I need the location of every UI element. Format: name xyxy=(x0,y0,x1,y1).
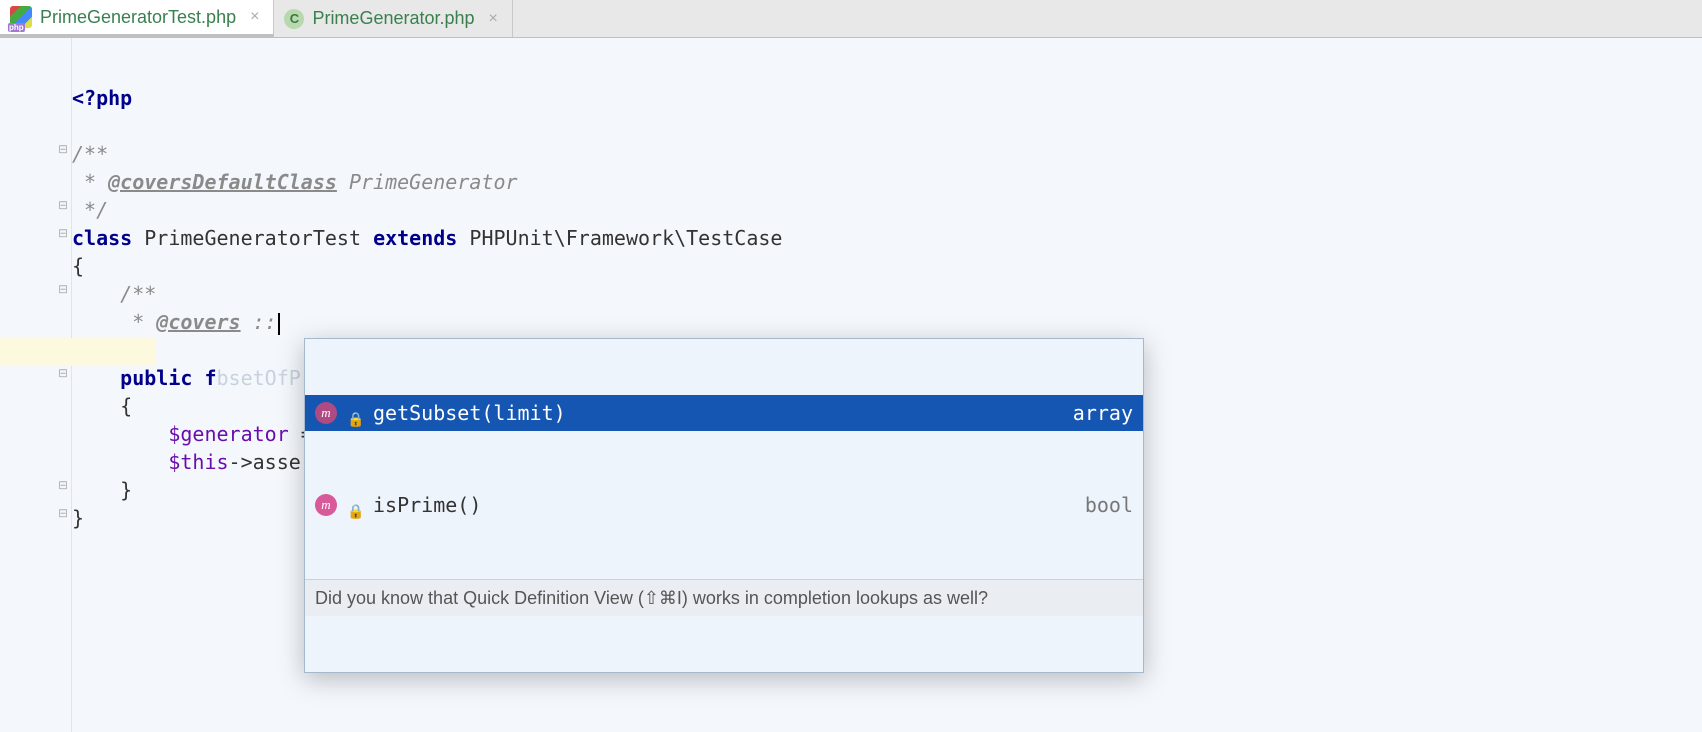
keyword-public: public xyxy=(120,366,192,390)
text-caret xyxy=(278,313,280,335)
autocomplete-item[interactable]: m 🔒 getSubset(limit) array xyxy=(305,395,1143,431)
fold-end-icon[interactable]: ⊟ xyxy=(56,506,70,520)
gutter[interactable]: ⊟ ⊟ ⊟ ⊟ ⊟ ⊟ ⊟ ⊟ xyxy=(0,38,72,732)
completion-signature: isPrime() xyxy=(373,491,1075,519)
completion-signature: getSubset(limit) xyxy=(373,399,1063,427)
fold-toggle-icon[interactable]: ⊟ xyxy=(56,366,70,380)
brace: } xyxy=(72,506,84,530)
code-area[interactable]: <?php /** * @coversDefaultClass PrimeGen… xyxy=(72,38,1702,732)
method-icon: m xyxy=(315,494,337,516)
fold-toggle-icon[interactable]: ⊟ xyxy=(56,282,70,296)
method-icon: m xyxy=(315,402,337,424)
docblock-line: * xyxy=(72,170,108,194)
autocomplete-item[interactable]: m 🔒 isPrime() bool xyxy=(305,487,1143,523)
parent-class: PHPUnit\Framework\TestCase xyxy=(469,226,782,250)
annotation-covers: @covers xyxy=(156,310,240,334)
variable: $generator xyxy=(168,422,288,446)
docblock-open: /** xyxy=(72,142,108,166)
covers-suffix: :: xyxy=(241,310,277,334)
keyword-class: class xyxy=(72,226,132,250)
editor-tabbar: PrimeGeneratorTest.php × C PrimeGenerato… xyxy=(0,0,1702,38)
autocomplete-hint: Did you know that Quick Definition View … xyxy=(305,579,1143,616)
tab-prime-generator-test[interactable]: PrimeGeneratorTest.php × xyxy=(0,0,274,37)
docblock-classref: PrimeGenerator xyxy=(349,170,518,194)
close-icon[interactable]: × xyxy=(489,10,498,28)
docblock-close: */ xyxy=(72,198,108,222)
tab-label: PrimeGeneratorTest.php xyxy=(40,7,236,28)
fold-toggle-icon[interactable]: ⊟ xyxy=(56,226,70,240)
fold-toggle-icon[interactable]: ⊟ xyxy=(56,142,70,156)
annotation-coversdefaultclass: @coversDefaultClass xyxy=(108,170,337,194)
php-test-file-icon xyxy=(10,6,32,28)
keyword-function: f xyxy=(204,366,216,390)
fold-end-icon[interactable]: ⊟ xyxy=(56,478,70,492)
keyword-extends: extends xyxy=(373,226,457,250)
fold-end-icon[interactable]: ⊟ xyxy=(56,198,70,212)
autocomplete-popup: m 🔒 getSubset(limit) array m 🔒 isPrime()… xyxy=(304,338,1144,673)
completion-return-type: bool xyxy=(1085,491,1133,519)
brace: { xyxy=(72,254,84,278)
docblock-open: /** xyxy=(120,282,156,306)
tab-label: PrimeGenerator.php xyxy=(312,8,474,29)
visibility-icon: 🔒 xyxy=(347,497,363,513)
php-class-file-icon: C xyxy=(284,9,304,29)
editor[interactable]: ⊟ ⊟ ⊟ ⊟ ⊟ ⊟ ⊟ ⊟ <?php /** * @coversDefau… xyxy=(0,38,1702,732)
tab-prime-generator[interactable]: C PrimeGenerator.php × xyxy=(274,0,512,37)
brace: { xyxy=(120,394,132,418)
brace: } xyxy=(120,478,132,502)
completion-return-type: array xyxy=(1073,399,1133,427)
variable: $this xyxy=(168,450,228,474)
close-icon[interactable]: × xyxy=(250,8,259,26)
visibility-icon: 🔒 xyxy=(347,405,363,421)
class-name: PrimeGeneratorTest xyxy=(144,226,361,250)
current-line-highlight xyxy=(0,338,156,366)
php-open-tag: <?php xyxy=(72,86,132,110)
